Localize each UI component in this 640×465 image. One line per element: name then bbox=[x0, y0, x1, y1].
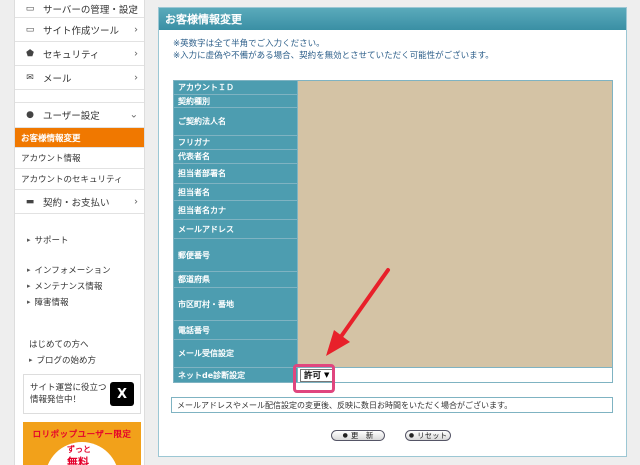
field-label: 代表者名 bbox=[173, 149, 298, 164]
field-label: ネットde診断設定 bbox=[173, 367, 298, 383]
server-icon: ▭ bbox=[25, 3, 35, 14]
user-icon: ● bbox=[26, 110, 34, 120]
side-links: ▸ サポート ▸ インフォメーション ▸ メンテナンス情報 ▸ 障害情報 bbox=[15, 214, 144, 308]
link-blog-start[interactable]: ▸ ブログの始め方 bbox=[29, 354, 96, 366]
x-logo-icon: X bbox=[110, 382, 134, 406]
field-label: 契約種別 bbox=[173, 94, 298, 108]
bullet-icon: ▸ bbox=[27, 282, 31, 290]
chevron-right-icon: › bbox=[134, 48, 138, 59]
card-icon: ▬ bbox=[25, 196, 35, 207]
sidebar-item-label: 契約・お支払い bbox=[43, 197, 110, 209]
button-label: 更 新 bbox=[350, 431, 374, 440]
link-label: はじめての方へ bbox=[29, 340, 89, 350]
bottom-note: メールアドレスやメール配信設定の変更後、反映に数日お時間をいただく場合がございま… bbox=[171, 397, 613, 413]
monitor-icon: ▭ bbox=[25, 24, 35, 35]
link-label: ブログの始め方 bbox=[36, 356, 97, 366]
field-label: 担当者部署名 bbox=[173, 163, 298, 184]
sidebar-item-security[interactable]: ⬟ セキュリティ › bbox=[15, 42, 144, 66]
sidebar-item-account-info[interactable]: アカウント情報 bbox=[15, 148, 144, 169]
net-diagnosis-cell: 許可 ▼ bbox=[297, 367, 613, 383]
field-label: メール受信設定 bbox=[173, 339, 298, 368]
sidebar-item-user-settings[interactable]: ● ユーザー設定 ⌄ bbox=[15, 102, 144, 128]
sidebar-item-label: お客様情報変更 bbox=[21, 133, 81, 144]
link-failure[interactable]: ▸ 障害情報 bbox=[27, 296, 144, 308]
link-maintenance[interactable]: ▸ メンテナンス情報 bbox=[27, 280, 144, 292]
shield-icon: ⬟ bbox=[26, 48, 34, 59]
field-label: アカウントＩＤ bbox=[173, 80, 298, 95]
button-label: リセット bbox=[417, 431, 448, 440]
chevron-right-icon: › bbox=[134, 24, 138, 35]
field-label: 担当者名 bbox=[173, 183, 298, 201]
form-table: アカウントＩＤ 契約種別 ご契約法人名 フリガナ 代表者名 担当者部署名 担当者… bbox=[173, 80, 613, 383]
sidebar-item-mail[interactable]: ✉ メール › bbox=[15, 66, 144, 90]
field-values-area bbox=[297, 80, 613, 368]
reset-button[interactable]: ● リセット bbox=[405, 430, 451, 441]
field-label: ご契約法人名 bbox=[173, 107, 298, 136]
sidebar-item-label: サーバーの管理・設定 bbox=[43, 4, 138, 16]
banner-big: 無料 bbox=[67, 456, 89, 465]
promo-banner[interactable]: ロリポップユーザー限定 ずっと 無料 bbox=[23, 422, 141, 465]
chevron-right-icon: › bbox=[134, 3, 138, 14]
x-promo[interactable]: サイト運営に役立つ 情報発信中！ X bbox=[23, 374, 141, 414]
banner-title: ロリポップユーザー限定 bbox=[32, 430, 132, 440]
sidebar-item-server[interactable]: ▭ サーバーの管理・設定 › bbox=[15, 0, 144, 18]
mail-icon: ✉ bbox=[26, 72, 34, 83]
sidebar-item-label: アカウントのセキュリティ bbox=[21, 175, 123, 185]
beginner-links: はじめての方へ ▸ ブログの始め方 bbox=[29, 338, 96, 370]
field-label: 市区町村・番地 bbox=[173, 287, 298, 321]
sidebar: ▭ サーバーの管理・設定 › ▭ サイト作成ツール › ⬟ セキュリティ › ✉… bbox=[14, 0, 145, 465]
field-label: 担当者名カナ bbox=[173, 200, 298, 220]
update-button[interactable]: ● 更 新 bbox=[331, 430, 385, 441]
field-label: メールアドレス bbox=[173, 219, 298, 239]
sidebar-item-label: メール bbox=[43, 73, 72, 85]
sidebar-item-contract[interactable]: ▬ 契約・お支払い › bbox=[15, 190, 144, 214]
arrow-right-icon: ● bbox=[408, 432, 415, 439]
sidebar-item-label: アカウント情報 bbox=[21, 154, 81, 164]
link-label: 障害情報 bbox=[34, 298, 69, 308]
x-promo-line: サイト運営に役立つ bbox=[30, 383, 107, 393]
highlight-box bbox=[293, 364, 335, 393]
link-information[interactable]: ▸ インフォメーション bbox=[27, 264, 144, 276]
page-title: お客様情報変更 bbox=[159, 8, 626, 30]
customer-info-panel: お客様情報変更 ※英数字は全て半角でご入力ください。 ※入力に虚偽や不備がある場… bbox=[158, 7, 627, 457]
link-beginners[interactable]: はじめての方へ bbox=[29, 338, 96, 350]
bullet-icon: ▸ bbox=[27, 236, 31, 244]
sidebar-item-site-tools[interactable]: ▭ サイト作成ツール › bbox=[15, 18, 144, 42]
arrow-right-icon: ● bbox=[342, 432, 348, 439]
chevron-right-icon: › bbox=[134, 72, 138, 83]
sidebar-item-customer-info[interactable]: お客様情報変更 bbox=[15, 128, 144, 148]
note-line: ※入力に虚偽や不備がある場合、契約を無効とさせていただく可能性がございます。 bbox=[173, 51, 494, 61]
bullet-icon: ▸ bbox=[27, 266, 31, 274]
notes: ※英数字は全て半角でご入力ください。 ※入力に虚偽や不備がある場合、契約を無効と… bbox=[159, 30, 626, 62]
bullet-icon: ▸ bbox=[27, 298, 31, 306]
chevron-down-icon: ⌄ bbox=[129, 109, 138, 121]
x-promo-line: 情報発信中！ bbox=[30, 395, 82, 405]
link-label: サポート bbox=[34, 236, 69, 246]
chevron-right-icon: › bbox=[134, 196, 138, 207]
note-line: ※英数字は全て半角でご入力ください。 bbox=[173, 39, 325, 49]
sidebar-item-account-security[interactable]: アカウントのセキュリティ bbox=[15, 169, 144, 190]
x-promo-text: サイト運営に役立つ 情報発信中！ bbox=[30, 382, 110, 406]
field-label: 都道府県 bbox=[173, 271, 298, 288]
field-label: 郵便番号 bbox=[173, 238, 298, 272]
field-label: フリガナ bbox=[173, 135, 298, 150]
link-label: インフォメーション bbox=[34, 266, 111, 276]
sidebar-item-label: セキュリティ bbox=[43, 49, 100, 61]
sidebar-item-label: ユーザー設定 bbox=[43, 111, 100, 122]
link-label: メンテナンス情報 bbox=[34, 282, 103, 292]
sidebar-item-label: サイト作成ツール bbox=[43, 25, 120, 37]
field-label: 電話番号 bbox=[173, 320, 298, 340]
link-support[interactable]: ▸ サポート bbox=[27, 234, 144, 246]
bullet-icon: ▸ bbox=[29, 356, 33, 364]
